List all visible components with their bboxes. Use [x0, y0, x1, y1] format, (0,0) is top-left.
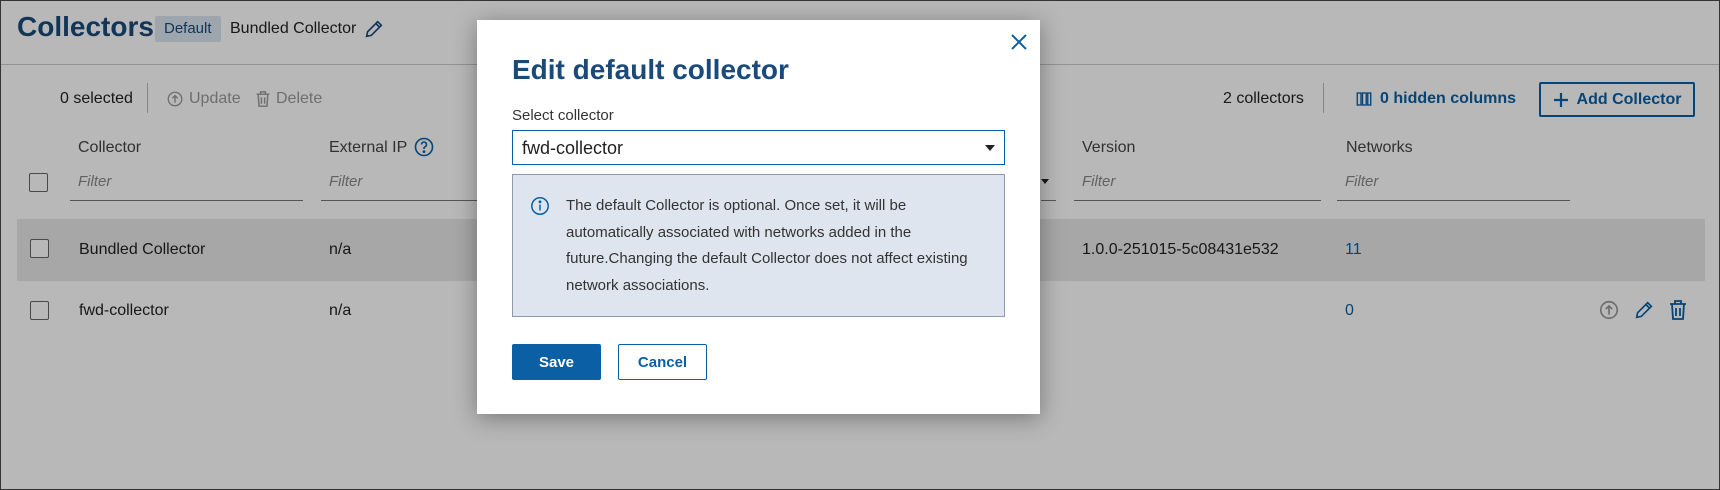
close-icon — [1011, 34, 1027, 50]
app-window: Collectors Default Bundled Collector 0 s… — [0, 0, 1720, 490]
info-banner: The default Collector is optional. Once … — [512, 174, 1005, 317]
save-button[interactable]: Save — [512, 344, 601, 380]
edit-default-collector-dialog: Edit default collector Select collector … — [477, 20, 1040, 414]
collector-select[interactable]: fwd-collector — [512, 130, 1005, 165]
info-text: The default Collector is optional. Once … — [566, 197, 968, 294]
select-collector-label: Select collector — [512, 107, 614, 124]
dialog-title: Edit default collector — [512, 54, 789, 85]
info-icon — [530, 196, 550, 216]
chevron-down-icon — [985, 145, 995, 151]
close-button[interactable] — [1008, 31, 1030, 53]
collector-select-value: fwd-collector — [522, 138, 624, 158]
cancel-button[interactable]: Cancel — [618, 344, 707, 380]
